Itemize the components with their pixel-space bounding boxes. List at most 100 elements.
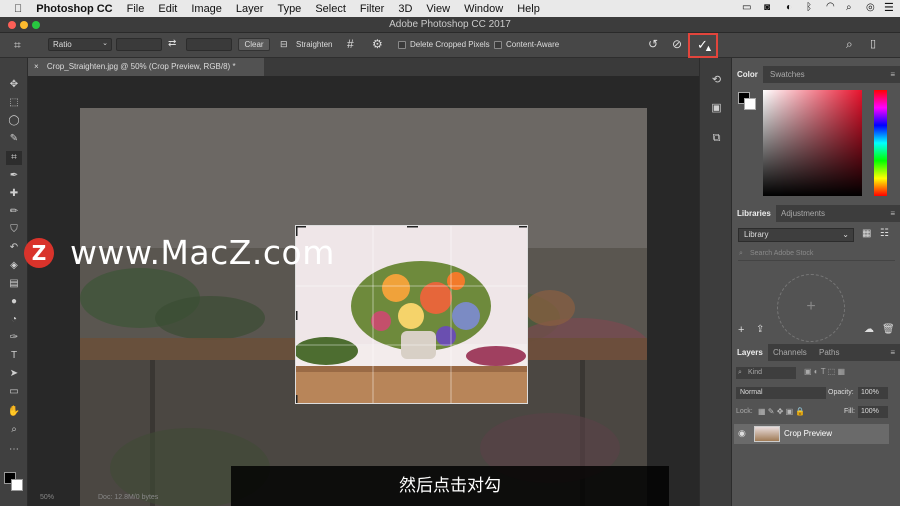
menu-type[interactable]: Type [270, 3, 308, 15]
color-field[interactable] [763, 90, 862, 196]
search-icon[interactable]: ⌕ [846, 2, 852, 13]
eye-icon[interactable]: ◉ [738, 428, 746, 439]
panel-menu-icon[interactable]: ≡ [890, 70, 895, 79]
zoom-tool-icon[interactable]: ⌕ [6, 423, 22, 437]
hue-slider[interactable] [874, 90, 887, 196]
content-aware-checkbox[interactable] [494, 41, 502, 49]
tab-paths[interactable]: Paths [814, 344, 844, 361]
grid-view-icon[interactable]: ▦ [862, 228, 871, 239]
menu-3d[interactable]: 3D [391, 3, 419, 15]
tab-color[interactable]: Color [732, 66, 763, 83]
menu-window[interactable]: Window [457, 3, 510, 15]
filter-type-icons[interactable]: ▣ ◐ T ⬚ ▦ [804, 367, 845, 376]
app-menu[interactable]: Photoshop CC [29, 3, 119, 15]
ratio-select[interactable]: Ratio ⌄ [48, 38, 112, 51]
tab-libraries[interactable]: Libraries [732, 205, 776, 222]
menu-view[interactable]: View [419, 3, 457, 15]
menu-filter[interactable]: Filter [353, 3, 391, 15]
close-tab-icon[interactable]: × [34, 62, 39, 71]
properties-panel-icon[interactable]: ▣ [708, 100, 725, 117]
lasso-tool-icon[interactable]: ◯ [6, 114, 22, 128]
cancel-icon[interactable]: ⊘ [672, 37, 682, 51]
path-selection-tool-icon[interactable]: ➤ [6, 367, 22, 381]
panel-menu-icon[interactable]: ≡ [890, 209, 895, 218]
reset-icon[interactable]: ↺ [648, 37, 658, 51]
add-icon[interactable]: + [738, 324, 744, 336]
menu-help[interactable]: Help [510, 3, 547, 15]
trash-icon[interactable]: 🗑 [882, 324, 895, 335]
hand-tool-icon[interactable]: ✋ [6, 405, 22, 419]
edit-toolbar-icon[interactable]: ⋯ [6, 443, 22, 457]
library-select[interactable]: Library ⌄ [738, 228, 854, 242]
bluetooth-icon[interactable]: ᛒ [806, 2, 812, 13]
gradient-tool-icon[interactable]: ▤ [6, 277, 22, 291]
menu-image[interactable]: Image [184, 3, 229, 15]
chevron-down-icon: ⌄ [842, 230, 849, 239]
eyedropper-tool-icon[interactable]: ✒ [6, 169, 22, 183]
tab-swatches[interactable]: Swatches [765, 66, 810, 83]
delete-cropped-checkbox[interactable] [398, 41, 406, 49]
marquee-tool-icon[interactable]: ⬚ [6, 96, 22, 110]
background-color-chip[interactable] [744, 98, 756, 110]
ratio-height-input[interactable] [186, 38, 232, 51]
crop-tool-preset-icon[interactable]: ⌗ [14, 38, 21, 53]
stock-search-input[interactable]: ⌕ Search Adobe Stock [738, 248, 895, 261]
gear-icon[interactable]: ⚙ [372, 37, 383, 51]
layer-kind-filter[interactable]: ⌕ Kind [736, 367, 796, 379]
display-icon[interactable]: ▭ [742, 2, 751, 13]
search-icon[interactable]: ⌕ [846, 37, 853, 52]
opacity-input[interactable]: 100% [858, 387, 888, 399]
history-brush-tool-icon[interactable]: ↶ [6, 241, 22, 255]
clear-button[interactable]: Clear [238, 38, 270, 51]
rectangle-tool-icon[interactable]: ▭ [6, 385, 22, 399]
document-tab[interactable]: × Crop_Straighten.jpg @ 50% (Crop Previe… [28, 58, 264, 76]
minimize-window-button[interactable] [20, 21, 28, 29]
lock-options-icons[interactable]: ▦ ✎ ✥ ▣ 🔒 [758, 407, 805, 416]
wifi-icon[interactable]: ◠ [826, 1, 835, 12]
add-content-placeholder[interactable]: + [777, 274, 845, 342]
menu-select[interactable]: Select [308, 3, 353, 15]
type-tool-icon[interactable]: T [6, 349, 22, 363]
blend-mode-select[interactable]: Normal [736, 387, 826, 399]
fill-input[interactable]: 100% [858, 406, 888, 418]
pen-tool-icon[interactable]: ✑ [6, 331, 22, 345]
tab-adjustments[interactable]: Adjustments [776, 205, 830, 222]
swap-icon[interactable]: ⇄ [168, 38, 176, 49]
menu-edit[interactable]: Edit [151, 3, 184, 15]
straighten-icon[interactable]: ⊟ [280, 39, 288, 50]
spotlight-icon[interactable]: ◎ [866, 2, 875, 13]
eraser-tool-icon[interactable]: ◈ [6, 259, 22, 273]
dodge-tool-icon[interactable]: ◔ [6, 313, 22, 327]
zoom-window-button[interactable] [32, 21, 40, 29]
blur-tool-icon[interactable]: ● [6, 295, 22, 309]
close-window-button[interactable] [8, 21, 16, 29]
clone-source-panel-icon[interactable]: ⧉ [708, 130, 725, 147]
list-view-icon[interactable]: ☷ [880, 228, 889, 239]
crop-tool-icon[interactable]: ⌗ [6, 151, 22, 165]
panel-menu-icon[interactable]: ≡ [890, 348, 895, 357]
menu-layer[interactable]: Layer [229, 3, 271, 15]
ratio-width-input[interactable] [116, 38, 162, 51]
workspace-icon[interactable]: ▯ [870, 37, 876, 50]
overlay-grid-icon[interactable]: # [347, 37, 354, 51]
tab-channels[interactable]: Channels [768, 344, 812, 361]
menu-file[interactable]: File [120, 3, 152, 15]
healing-brush-tool-icon[interactable]: ✚ [6, 187, 22, 201]
notification-center-icon[interactable]: ☰ [884, 1, 894, 14]
tab-layers[interactable]: Layers [732, 344, 768, 361]
clone-stamp-tool-icon[interactable]: ⛉ [6, 223, 22, 237]
photo-canvas[interactable] [80, 108, 647, 506]
layer-row[interactable]: ◉ Crop Preview [734, 424, 889, 444]
creative-cloud-icon[interactable]: ☁ [864, 324, 874, 335]
brush-tool-icon[interactable]: ✏ [6, 205, 22, 219]
straighten-button[interactable]: Straighten [296, 40, 332, 49]
toggle-icon[interactable]: ◐ [786, 2, 792, 13]
move-tool-icon[interactable]: ✥ [6, 78, 22, 92]
quick-selection-tool-icon[interactable]: ✎ [6, 132, 22, 146]
canvas-area[interactable]: 50% Doc: 12.8M/0 bytes [28, 76, 699, 506]
apple-icon[interactable]:  [0, 3, 29, 15]
history-panel-icon[interactable]: ⟲ [708, 72, 725, 89]
upload-icon[interactable]: ⇪ [756, 324, 764, 335]
screen-record-icon[interactable]: ◙ [764, 2, 770, 13]
background-color-swatch[interactable] [11, 479, 23, 491]
